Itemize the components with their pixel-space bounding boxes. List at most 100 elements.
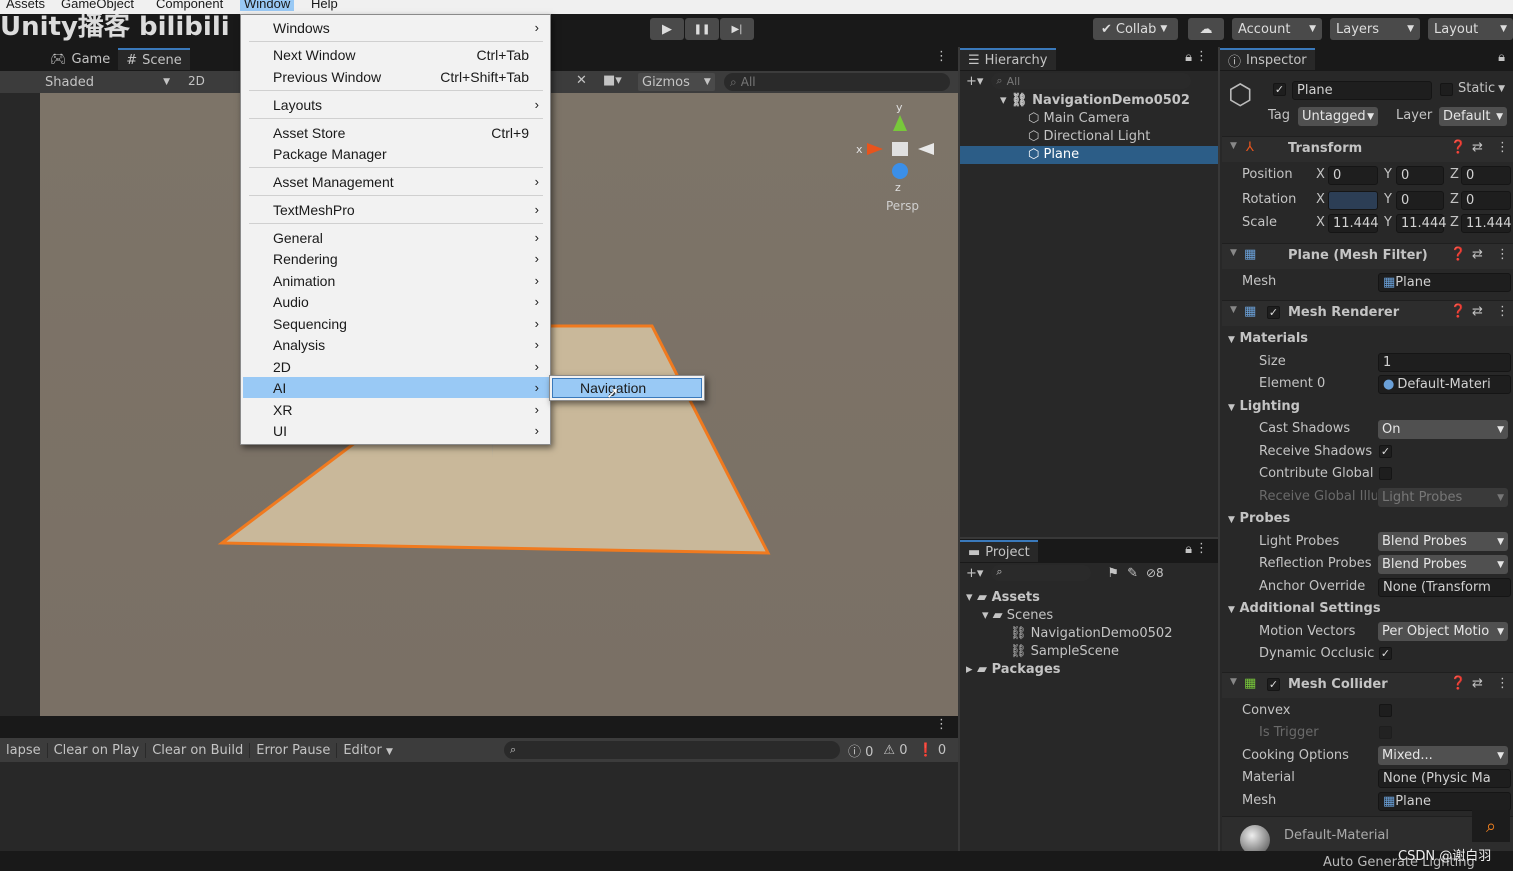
- shading-dropdown[interactable]: Shaded ▼: [40, 73, 175, 91]
- hierarchy-item-selected[interactable]: ⬡ Plane: [1028, 147, 1079, 162]
- more-icon[interactable]: ⋮: [1496, 676, 1509, 691]
- layers-dropdown[interactable]: Layers ▼: [1330, 18, 1420, 40]
- tag-dropdown[interactable]: Untagged ▼: [1298, 107, 1378, 126]
- probes-foldout[interactable]: ▼ Probes: [1228, 511, 1290, 526]
- project-item[interactable]: ⛓ NavigationDemo0502: [1010, 626, 1172, 641]
- active-checkbox[interactable]: ✓: [1273, 83, 1286, 96]
- convex-checkbox[interactable]: [1379, 704, 1392, 717]
- materials-foldout[interactable]: ▼ Materials: [1228, 331, 1308, 346]
- preset-icon[interactable]: ⇄: [1472, 247, 1483, 262]
- collab-button[interactable]: ✔ Collab ▼: [1093, 18, 1178, 40]
- menu-item-layouts[interactable]: Layouts ›: [243, 94, 549, 115]
- menu-gameobject[interactable]: GameObject: [57, 0, 138, 11]
- menu-item-rendering[interactable]: Rendering ›: [243, 248, 549, 269]
- menu-item-package-manager[interactable]: Package Manager: [243, 143, 549, 164]
- hierarchy-search-input[interactable]: ⌕ All: [991, 73, 1192, 89]
- mesh-field[interactable]: ▦ Plane: [1378, 273, 1511, 292]
- menu-item-next-window[interactable]: Next Window Ctrl+Tab: [243, 44, 549, 65]
- warning-count[interactable]: ⚠ 0: [883, 743, 907, 758]
- play-button[interactable]: ▶: [650, 18, 684, 40]
- more-icon[interactable]: ⋮: [1496, 304, 1509, 319]
- project-item[interactable]: ▾ ▰ Scenes: [982, 608, 1053, 623]
- menu-item-animation[interactable]: Animation ›: [243, 270, 549, 291]
- preset-icon[interactable]: ⇄: [1472, 676, 1483, 691]
- toggle-2d[interactable]: 2D: [188, 74, 205, 88]
- anchor-override-field[interactable]: None (Transform: [1378, 578, 1511, 597]
- scene-search-input[interactable]: ⌕ All: [724, 73, 950, 91]
- preset-icon[interactable]: ⇄: [1472, 140, 1483, 155]
- help-icon[interactable]: ❓: [1450, 247, 1466, 262]
- cloud-button[interactable]: ☁: [1188, 18, 1224, 40]
- magnifier-icon[interactable]: ⌕: [1472, 810, 1510, 842]
- menu-item-general[interactable]: General ›: [243, 227, 549, 248]
- collider-mesh-field[interactable]: ▦ Plane: [1378, 792, 1511, 811]
- label-icon[interactable]: ✎: [1127, 566, 1138, 581]
- layout-dropdown[interactable]: Layout ▼: [1428, 18, 1513, 40]
- motion-vectors-dropdown[interactable]: Per Object Motio ▼: [1378, 622, 1508, 641]
- mesh-collider-enabled-checkbox[interactable]: ✓: [1267, 678, 1280, 691]
- transform-header[interactable]: ▼ ⅄ Transform ❓ ⇄ ⋮: [1222, 136, 1513, 162]
- menu-item-audio[interactable]: Audio ›: [243, 291, 549, 312]
- hierarchy-item[interactable]: ⬡ Directional Light: [1028, 129, 1150, 144]
- more-icon[interactable]: ⋮: [1496, 140, 1509, 155]
- rotation-x-field[interactable]: [1328, 191, 1378, 210]
- step-button[interactable]: ▶|: [720, 18, 754, 40]
- additional-settings-foldout[interactable]: ▼ Additional Settings: [1228, 601, 1381, 616]
- menu-item-textmeshpro[interactable]: TextMeshPro ›: [243, 199, 549, 220]
- menu-item-2d[interactable]: 2D ›: [243, 356, 549, 377]
- add-icon[interactable]: +▾: [966, 74, 983, 89]
- reflection-probes-dropdown[interactable]: Blend Probes ▼: [1378, 555, 1508, 574]
- more-icon[interactable]: ⋮: [1496, 247, 1509, 262]
- position-z-field[interactable]: 0: [1461, 166, 1511, 185]
- project-item[interactable]: ▸ ▰ Packages: [966, 662, 1061, 677]
- preset-icon[interactable]: ⇄: [1472, 304, 1483, 319]
- receive-gi-dropdown[interactable]: Light Probes ▼: [1378, 488, 1508, 507]
- project-search-input[interactable]: ⌕: [991, 565, 1092, 581]
- static-checkbox[interactable]: [1440, 83, 1453, 96]
- menu-item-asset-store[interactable]: Asset Store Ctrl+9: [243, 122, 549, 143]
- tab-game[interactable]: 🎮︎ Game: [42, 48, 118, 70]
- cast-shadows-dropdown[interactable]: On ▼: [1378, 420, 1508, 439]
- menu-item-navigation[interactable]: Navigation: [552, 378, 702, 398]
- menu-component[interactable]: Component: [152, 0, 227, 11]
- console-search-input[interactable]: ⌕: [504, 741, 840, 759]
- contribute-gi-checkbox[interactable]: [1379, 467, 1392, 480]
- error-count[interactable]: ❗ 0: [918, 743, 947, 758]
- object-name-field[interactable]: Plane: [1292, 81, 1432, 100]
- tab-scene[interactable]: # Scene: [118, 48, 190, 70]
- static-dropdown[interactable]: Static ▼: [1458, 81, 1505, 96]
- position-y-field[interactable]: 0: [1396, 166, 1444, 185]
- light-probes-dropdown[interactable]: Blend Probes ▼: [1378, 532, 1508, 551]
- info-count[interactable]: ⓘ 0: [848, 741, 873, 760]
- hierarchy-item[interactable]: ⬡ Main Camera: [1028, 111, 1130, 126]
- menu-item-asset-management[interactable]: Asset Management ›: [243, 171, 549, 192]
- lock-icon[interactable]: 🔒︎: [1498, 50, 1505, 65]
- menu-item-previous-window[interactable]: Previous Window Ctrl+Shift+Tab: [243, 66, 549, 87]
- pause-button[interactable]: ❚❚: [685, 18, 719, 40]
- rotation-y-field[interactable]: 0: [1396, 191, 1444, 210]
- is-trigger-checkbox[interactable]: [1379, 726, 1392, 739]
- error-pause-button[interactable]: Error Pause: [250, 742, 338, 758]
- mesh-renderer-header[interactable]: ▼ ▦ ✓ Mesh Renderer ❓ ⇄ ⋮: [1222, 300, 1513, 326]
- camera-icon[interactable]: ■▾: [603, 73, 622, 88]
- physic-material-field[interactable]: None (Physic Ma: [1378, 769, 1511, 788]
- menu-window[interactable]: Window: [240, 0, 295, 11]
- lighting-foldout[interactable]: ▼ Lighting: [1228, 399, 1300, 414]
- mesh-collider-header[interactable]: ▼ ▦ ✓ Mesh Collider ❓ ⇄ ⋮: [1222, 672, 1513, 698]
- menu-help[interactable]: Help: [307, 0, 342, 11]
- filter-type-icon[interactable]: ⚑: [1107, 566, 1119, 581]
- menu-item-ai[interactable]: AI ›: [243, 377, 549, 398]
- project-item[interactable]: ⛓ SampleScene: [1010, 644, 1119, 659]
- receive-shadows-checkbox[interactable]: ✓: [1379, 445, 1392, 458]
- element0-field[interactable]: ● Default-Materi: [1378, 375, 1511, 394]
- scale-x-field[interactable]: 11.444: [1328, 214, 1379, 233]
- menu-item-windows[interactable]: Windows ›: [243, 17, 549, 38]
- menu-item-analysis[interactable]: Analysis ›: [243, 334, 549, 355]
- collapse-button[interactable]: lapse: [0, 742, 48, 758]
- more-icon[interactable]: ⋮: [935, 49, 948, 64]
- scale-y-field[interactable]: 11.444: [1396, 214, 1447, 233]
- size-field[interactable]: 1: [1378, 353, 1511, 372]
- clear-on-build-button[interactable]: Clear on Build: [146, 742, 251, 758]
- clear-on-play-button[interactable]: Clear on Play: [48, 742, 147, 758]
- scale-z-field[interactable]: 11.444: [1461, 214, 1512, 233]
